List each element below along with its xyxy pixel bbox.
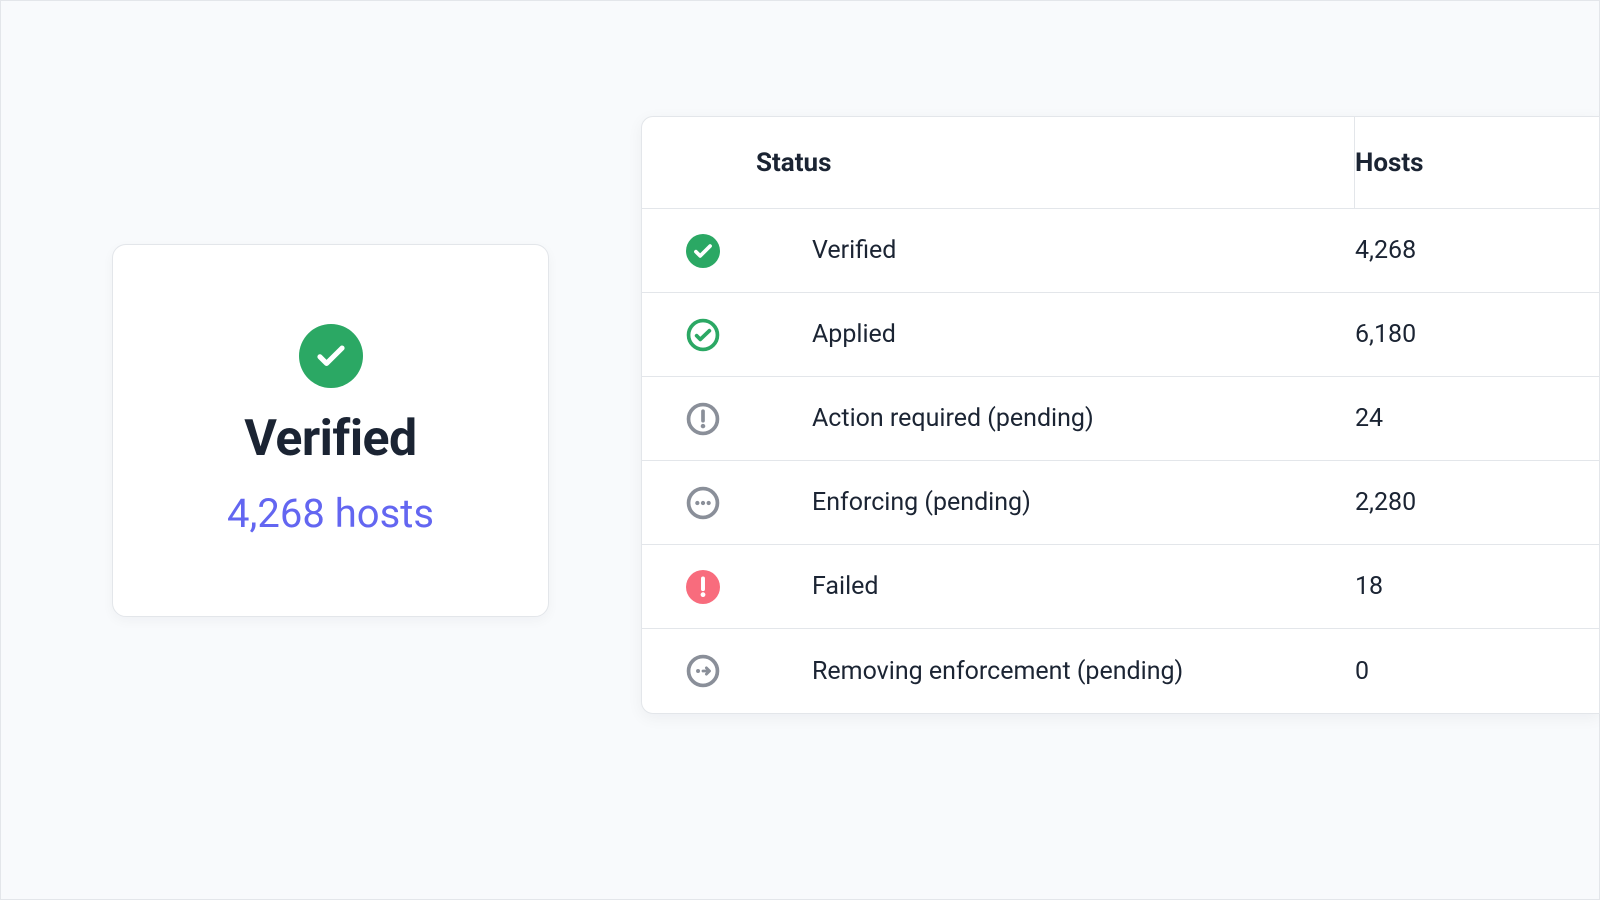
header-status-label: Status [756,148,1355,178]
check-solid-icon [299,324,363,388]
status-table: Status Hosts Verified 4,268 Applied 6,18… [641,116,1600,714]
status-row[interactable]: Verified 4,268 [642,209,1599,293]
status-row-hosts: 2,280 [1355,488,1555,517]
header-hosts-label: Hosts [1355,148,1555,178]
alert-outline-icon [686,402,720,436]
status-row[interactable]: Enforcing (pending) 2,280 [642,461,1599,545]
dots-outline-icon [686,486,720,520]
check-solid-icon [686,234,720,268]
summary-status-title: Verified [244,410,416,468]
status-row-label: Verified [756,236,1355,265]
arrow-outline-icon [686,654,720,688]
status-row[interactable]: Action required (pending) 24 [642,377,1599,461]
status-table-header: Status Hosts [642,117,1599,209]
status-row[interactable]: Failed 18 [642,545,1599,629]
status-row-hosts: 18 [1355,572,1555,601]
status-row-label: Enforcing (pending) [756,488,1355,517]
status-row[interactable]: Removing enforcement (pending) 0 [642,629,1599,713]
status-row-hosts: 4,268 [1355,236,1555,265]
dashboard-stage: Verified 4,268 hosts Status Hosts Verifi… [0,0,1600,900]
status-row-label: Removing enforcement (pending) [756,657,1355,686]
verified-summary-card[interactable]: Verified 4,268 hosts [112,244,549,617]
status-row[interactable]: Applied 6,180 [642,293,1599,377]
status-row-label: Applied [756,320,1355,349]
check-outline-icon [686,318,720,352]
summary-hosts-count: 4,268 hosts [227,490,434,537]
alert-solid-icon [686,570,720,604]
status-row-hosts: 6,180 [1355,320,1555,349]
status-row-hosts: 0 [1355,657,1555,686]
status-row-label: Failed [756,572,1355,601]
status-row-hosts: 24 [1355,404,1555,433]
status-row-label: Action required (pending) [756,404,1355,433]
